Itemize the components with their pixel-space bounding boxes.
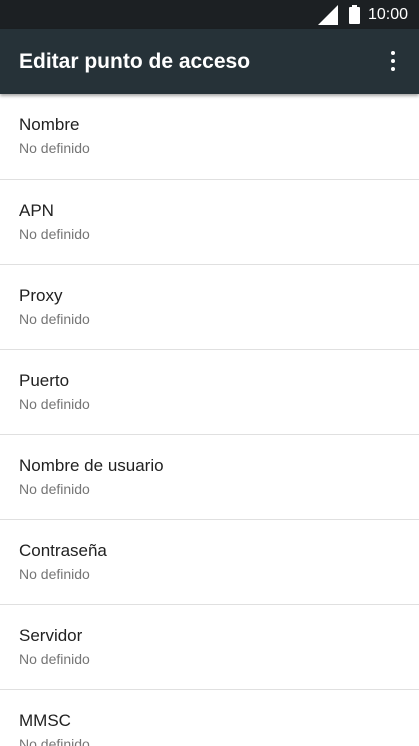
status-time: 10:00	[368, 6, 409, 23]
setting-value: No definido	[19, 226, 90, 242]
setting-value: No definido	[19, 396, 90, 412]
setting-label: MMSC	[19, 711, 71, 730]
status-bar: 10:00	[0, 0, 419, 29]
setting-item-proxy[interactable]: Proxy No definido	[0, 265, 419, 350]
setting-item-nombre[interactable]: Nombre No definido	[0, 94, 419, 180]
setting-value: No definido	[19, 140, 90, 156]
setting-value: No definido	[19, 311, 90, 327]
setting-value: No definido	[19, 481, 90, 497]
setting-item-mmsc[interactable]: MMSC No definido	[0, 690, 419, 746]
setting-item-apn[interactable]: APN No definido	[0, 180, 419, 265]
overflow-dot	[391, 59, 395, 63]
screen: 10:00 Editar punto de acceso Nombre No d…	[0, 0, 419, 746]
cell-signal-icon	[318, 5, 338, 25]
battery-icon	[349, 5, 360, 24]
setting-value: No definido	[19, 736, 90, 746]
setting-label: Nombre	[19, 115, 80, 134]
setting-label: Puerto	[19, 371, 70, 390]
setting-label: APN	[19, 201, 54, 220]
setting-label: Proxy	[19, 286, 63, 305]
setting-label: Servidor	[19, 626, 83, 645]
app-bar: Editar punto de acceso	[0, 29, 419, 94]
setting-item-puerto[interactable]: Puerto No definido	[0, 350, 419, 435]
setting-label: Nombre de usuario	[19, 456, 164, 475]
setting-item-nombre-de-usuario[interactable]: Nombre de usuario No definido	[0, 435, 419, 520]
setting-value: No definido	[19, 651, 90, 667]
page-title: Editar punto de acceso	[19, 50, 251, 73]
setting-value: No definido	[19, 566, 90, 582]
more-vert-icon[interactable]	[378, 43, 408, 79]
settings-list: Nombre No definido APN No definido Proxy…	[0, 94, 419, 746]
setting-item-servidor[interactable]: Servidor No definido	[0, 605, 419, 690]
overflow-dot	[391, 51, 395, 55]
overflow-dot	[391, 67, 395, 71]
setting-item-contrasena[interactable]: Contraseña No definido	[0, 520, 419, 605]
setting-label: Contraseña	[19, 541, 107, 560]
